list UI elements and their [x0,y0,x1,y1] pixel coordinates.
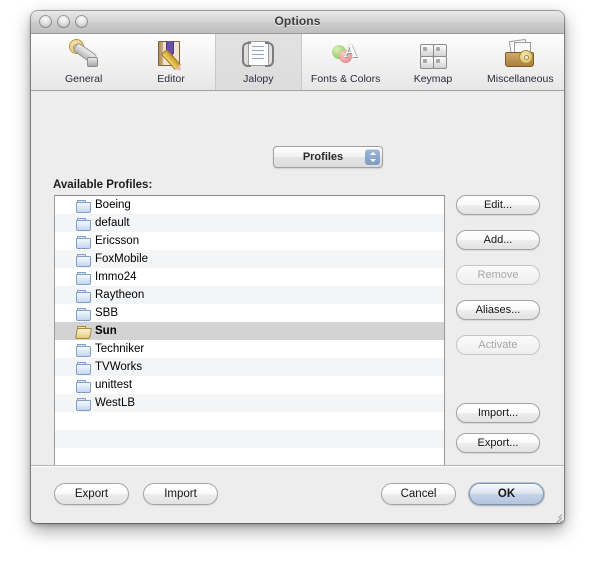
folder-icon [76,253,91,267]
export-profile-button[interactable]: Export... [456,433,540,453]
list-item[interactable]: WestLB [55,394,444,412]
list-item-label: FoxMobile [95,253,149,265]
cancel-button[interactable]: Cancel [381,483,456,505]
list-item[interactable]: Immo24 [55,268,444,286]
list-empty-row [55,448,444,466]
list-item[interactable]: unittest [55,376,444,394]
toolbar-item-fonts-colors[interactable]: A Fonts & Colors [302,34,389,90]
folder-icon [76,235,91,249]
document-braces-icon [241,38,275,70]
list-item-label: Sun [95,325,117,337]
list-item-label: Raytheon [95,289,145,301]
folder-icon [76,361,91,375]
preferences-toolbar: General Editor Jalopy A Fonts & Colors K… [31,34,564,91]
folder-icon [76,307,91,321]
list-item-label: WestLB [95,397,136,409]
folder-icon [76,289,91,303]
book-pencil-icon [154,38,188,70]
list-empty-row [55,412,444,430]
jalopy-profiles-pane: Profiles Available Profiles: Boeing defa… [31,91,564,469]
tray-pages-gear-icon [503,38,537,70]
folder-open-icon [75,325,92,339]
gear-wrench-icon [67,38,101,70]
edit-button[interactable]: Edit... [456,195,540,215]
import-profile-button[interactable]: Import... [456,403,540,423]
toolbar-item-general[interactable]: General [40,34,127,90]
toolbar-label-fonts-colors: Fonts & Colors [310,73,381,85]
list-item-label: Boeing [95,199,131,211]
fonts-colors-icon: A [329,38,363,70]
export-button[interactable]: Export [54,483,129,505]
resize-grip[interactable] [549,510,563,523]
list-item[interactable]: SBB [55,304,444,322]
footer-right-group: Cancel OK [381,483,544,505]
list-item[interactable]: Ericsson [55,232,444,250]
list-item-label: SBB [95,307,119,319]
ok-button[interactable]: OK [469,483,544,505]
list-item[interactable]: FoxMobile [55,250,444,268]
folder-icon [76,271,91,285]
folder-icon [76,199,91,213]
list-item[interactable]: default [55,214,444,232]
list-item-selected[interactable]: Sun [55,322,444,340]
list-item[interactable]: TVWorks [55,358,444,376]
toolbar-label-keymap: Keymap [413,73,453,85]
profile-actions: Edit... Add... Remove Aliases... Activat… [456,195,540,468]
aliases-button[interactable]: Aliases... [456,300,540,320]
toolbar-item-keymap[interactable]: Keymap [389,34,476,90]
window-title: Options [274,14,321,28]
list-item-label: Techniker [95,343,145,355]
chevron-updown-icon [365,149,380,165]
available-profiles-label: Available Profiles: [53,179,153,191]
list-item-label: Immo24 [95,271,137,283]
profiles-popup-button[interactable]: Profiles [273,146,383,168]
window-titlebar[interactable]: Options [31,11,564,34]
folder-icon [76,379,91,393]
list-item-label: TVWorks [95,361,143,373]
toolbar-label-miscellaneous: Miscellaneous [487,73,554,85]
import-button[interactable]: Import [143,483,218,505]
dialog-footer: Export Import Cancel OK [31,465,564,523]
folder-icon [76,397,91,411]
list-item[interactable]: Techniker [55,340,444,358]
list-empty-row [55,430,444,448]
footer-left-group: Export Import [54,483,218,505]
screenshot-root: Options General Editor Jalopy A Fonts & … [0,0,595,572]
profiles-list[interactable]: Boeing default Ericsson FoxMobile Immo24 [54,195,445,469]
add-button[interactable]: Add... [456,230,540,250]
list-item-label: Ericsson [95,235,140,247]
toolbar-item-jalopy[interactable]: Jalopy [214,34,302,90]
list-item-label: unittest [95,379,133,391]
activate-button: Activate [456,335,540,355]
toolbar-label-general: General [64,73,103,85]
toolbar-label-jalopy: Jalopy [243,73,274,85]
folder-icon [76,217,91,231]
keyboard-keys-icon [416,38,450,70]
list-item-label: default [95,217,130,229]
toolbar-item-editor[interactable]: Editor [127,34,214,90]
list-item[interactable]: Raytheon [55,286,444,304]
remove-button: Remove [456,265,540,285]
toolbar-item-miscellaneous[interactable]: Miscellaneous [477,34,564,90]
toolbar-label-editor: Editor [157,73,185,85]
list-item[interactable]: Boeing [55,196,444,214]
options-window: Options General Editor Jalopy A Fonts & … [31,11,564,523]
folder-icon [76,343,91,357]
profiles-popup-wrapper: Profiles [273,146,383,168]
